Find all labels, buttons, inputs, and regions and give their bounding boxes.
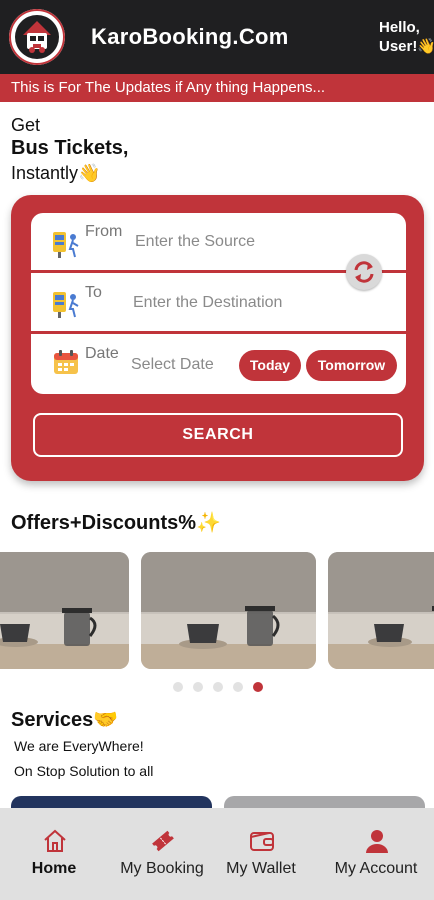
offers-title-text: Offers+Discounts% (11, 512, 197, 534)
logo-emblem-icon (9, 9, 65, 65)
offer-banner[interactable] (0, 552, 129, 669)
wave-emoji: 👋 (78, 163, 101, 183)
to-label: To (85, 284, 102, 301)
coffee-photo (328, 552, 434, 669)
handshake-emoji: 🤝 (93, 709, 119, 731)
from-input[interactable]: Enter the Source (135, 233, 255, 251)
services-line1: We are EveryWhere! (14, 738, 144, 754)
nav-item-my-wallet[interactable]: My Wallet (207, 808, 315, 900)
services-title: Services🤝 (11, 707, 118, 732)
carousel-dot[interactable] (213, 682, 223, 692)
calendar-icon (54, 350, 78, 374)
bottom-navigation: Home My Booking My Wallet My Account (0, 808, 434, 900)
greeting-line1: Hello, (379, 19, 420, 36)
swap-locations-button[interactable] (346, 254, 382, 290)
form-divider (31, 331, 406, 334)
user-greeting: Hello, User!👋 (379, 18, 434, 56)
search-button[interactable]: SEARCH (33, 413, 403, 457)
intro-line3: Instantly (11, 163, 79, 183)
nav-item-my-account[interactable]: My Account (322, 808, 430, 900)
home-icon (44, 829, 66, 852)
swap-icon (354, 261, 374, 283)
today-button[interactable]: Today (239, 350, 301, 381)
app-header: KaroBooking.Com Hello, User!👋 (0, 0, 434, 74)
nav-label-my-account: My Account (334, 860, 418, 877)
carousel-dot[interactable] (233, 682, 243, 692)
offers-carousel[interactable] (0, 552, 434, 672)
intro-line1: Get (11, 115, 41, 135)
nav-item-my-booking[interactable]: My Booking (108, 808, 216, 900)
ticket-icon (152, 830, 174, 852)
carousel-dot-active[interactable] (253, 682, 263, 692)
date-label: Date (85, 345, 119, 362)
bus-stop-icon (53, 232, 79, 258)
account-icon (366, 830, 388, 853)
intro-line2: Bus Tickets, (11, 137, 129, 159)
nav-item-home[interactable]: Home (0, 808, 108, 900)
offer-banner[interactable] (141, 552, 316, 669)
tomorrow-button[interactable]: Tomorrow (306, 350, 397, 381)
search-card: From Enter the Source To Enter the Desti… (11, 195, 424, 481)
wave-emoji: 👋 (417, 38, 434, 55)
services-line2: On Stop Solution to all (14, 763, 154, 779)
bus-stop-icon (53, 292, 79, 318)
sparkle-emoji: ✨ (196, 512, 221, 534)
intro-heading: Get Bus Tickets, Instantly👋 (11, 114, 128, 185)
greeting-line2: User! (379, 38, 418, 55)
offer-banner[interactable] (328, 552, 434, 669)
coffee-photo (0, 552, 129, 669)
carousel-dot[interactable] (173, 682, 183, 692)
app-logo[interactable] (9, 9, 65, 65)
nav-label-my-wallet: My Wallet (226, 860, 296, 877)
carousel-dot[interactable] (193, 682, 203, 692)
app-title: KaroBooking.Com (91, 24, 289, 49)
offers-title: Offers+Discounts%✨ (11, 510, 221, 535)
to-input[interactable]: Enter the Destination (133, 294, 282, 312)
nav-label-my-booking: My Booking (120, 860, 204, 877)
updates-ticker: This is For The Updates if Any thing Hap… (0, 74, 434, 102)
nav-label-home: Home (31, 860, 77, 877)
services-title-text: Services (11, 709, 94, 731)
from-label: From (85, 223, 123, 240)
wallet-icon (250, 832, 274, 851)
coffee-photo (141, 552, 316, 669)
date-picker[interactable]: Select Date (131, 356, 214, 374)
